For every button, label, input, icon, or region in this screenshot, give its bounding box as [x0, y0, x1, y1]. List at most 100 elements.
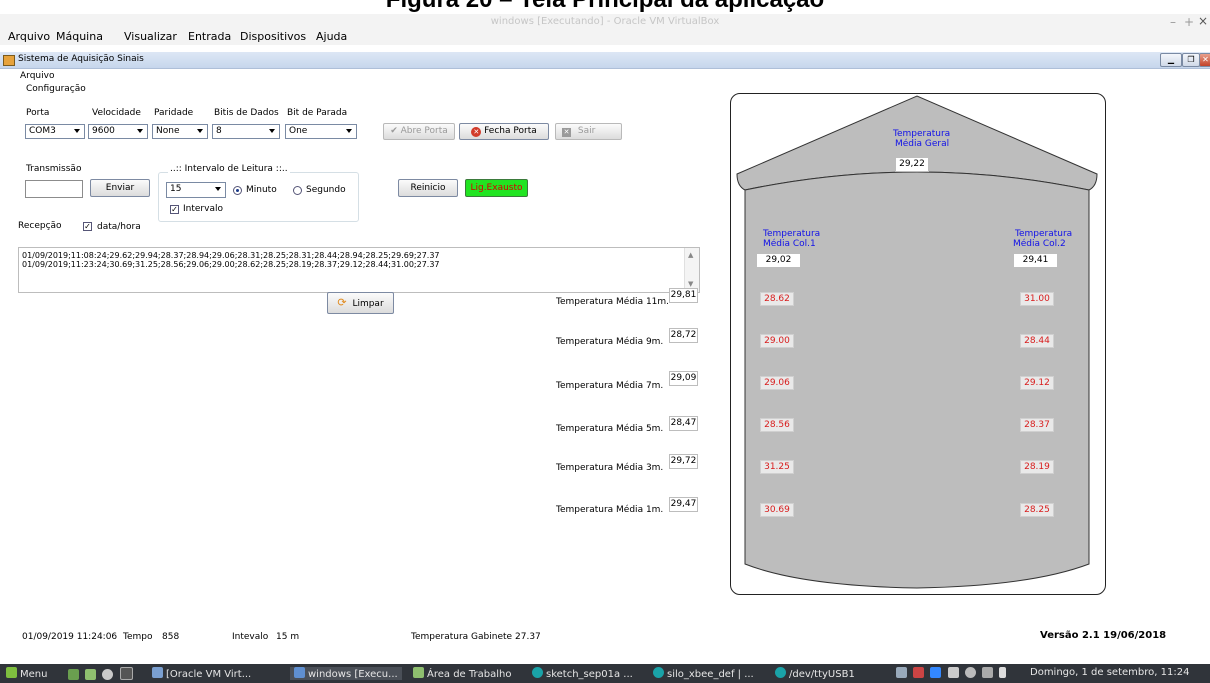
status-gabinete-label: Temperatura Gabinete	[411, 632, 513, 642]
sair-button[interactable]: ✕ Sair	[555, 123, 622, 140]
app-window-title: Sistema de Aquisição Sinais	[18, 54, 144, 64]
status-intervalo-label: Intevalo	[232, 632, 269, 642]
minuto-label: Minuto	[246, 185, 277, 195]
intervalo-select[interactable]: 15	[166, 182, 226, 198]
abre-porta-button[interactable]: ✔ Abre Porta	[383, 123, 455, 140]
arduino-icon	[653, 667, 664, 678]
chevron-down-icon	[346, 129, 352, 133]
app-menu-arquivo[interactable]: Arquivo	[20, 71, 54, 81]
lig-exausto-button[interactable]: Lig.Exausto	[465, 179, 528, 197]
status-tempo-label: Tempo	[123, 632, 153, 642]
figure-caption: Figura 20 – Tela Principal da aplicação	[0, 0, 1210, 14]
chevron-down-icon	[215, 187, 221, 191]
host-window-title: windows [Executando] - Oracle VM Virtual…	[490, 16, 720, 27]
bits-dados-select[interactable]: 8	[212, 124, 280, 139]
vm-menubar: Arquivo Máquina Visualizar Entrada Dispo…	[0, 30, 1210, 45]
taskbar-item[interactable]: silo_xbee_def | ...	[653, 667, 754, 680]
paridade-select[interactable]: None	[152, 124, 208, 139]
minuto-radio[interactable]	[233, 186, 242, 195]
segundo-label: Segundo	[306, 185, 346, 195]
segundo-radio[interactable]	[293, 186, 302, 195]
taskbar-item[interactable]: windows [Execu...	[290, 667, 402, 680]
fecha-porta-button[interactable]: ✕ Fecha Porta	[459, 123, 549, 140]
col1-sensor-value: 29.06	[760, 376, 794, 390]
porta-label: Porta	[26, 108, 50, 118]
taskbar-item[interactable]: [Oracle VM Virt...	[152, 667, 251, 680]
user-icon[interactable]	[964, 667, 976, 678]
velocidade-select[interactable]: 9600	[88, 124, 148, 139]
vm-menu-arquivo[interactable]: Arquivo	[8, 30, 50, 43]
network-icon[interactable]	[896, 667, 907, 678]
log-line: 01/09/2019;11:23:24;30.69;31.25;28.56;29…	[22, 260, 440, 269]
col1-sensor-value: 28.56	[760, 418, 794, 432]
col1-sensor-value: 31.25	[760, 460, 794, 474]
temp-level-label: Temperatura Média 3m.	[556, 463, 664, 473]
bit-parada-select[interactable]: One	[285, 124, 357, 139]
check-icon: ✔	[390, 126, 398, 136]
recepcao-label: Recepção	[18, 221, 62, 231]
temp-level-label: Temperatura Média 11m.	[556, 297, 670, 307]
chevron-down-icon	[269, 129, 275, 133]
limpar-button[interactable]: ⟳ Limpar	[327, 292, 394, 314]
temp-level-label: Temperatura Média 9m.	[556, 337, 664, 347]
menu-icon	[6, 667, 17, 678]
data-hora-checkbox[interactable]: ✓	[83, 222, 92, 231]
enviar-button[interactable]: Enviar	[90, 179, 150, 197]
scroll-up-icon[interactable]: ▲	[688, 251, 693, 259]
temp-level-label: Temperatura Média 1m.	[556, 505, 664, 515]
media-geral-label-1: Temperatura	[893, 129, 951, 139]
taskbar-item[interactable]: sketch_sep01a ...	[532, 667, 633, 680]
porta-select[interactable]: COM3	[25, 124, 85, 139]
vm-menu-visualizar[interactable]: Visualizar	[124, 30, 177, 43]
app-menu-configuracao[interactable]: Configuração	[26, 84, 86, 94]
col2-sensor-value: 28.19	[1020, 460, 1054, 474]
temp-level-value: 29,72	[669, 454, 698, 469]
bluetooth-icon[interactable]	[930, 667, 942, 678]
reinicio-button[interactable]: Reinicio	[398, 179, 458, 197]
app-minimize-button[interactable]: ▁	[1160, 53, 1182, 67]
temp-level-value: 29,47	[669, 497, 698, 512]
col1-sensor-value: 30.69	[760, 503, 794, 517]
bits-dados-label: Bitis de Dados	[214, 108, 279, 118]
intervalo-checkbox-label: Intervalo	[183, 204, 223, 214]
taskbar-item[interactable]: /dev/ttyUSB1	[775, 667, 855, 680]
transmissao-label: Transmissão	[26, 164, 82, 174]
vm-menu-entrada[interactable]: Entrada	[188, 30, 231, 43]
arduino-icon	[532, 667, 543, 678]
host-minimize-button[interactable]: –	[1170, 15, 1176, 29]
shield-icon[interactable]	[913, 667, 925, 678]
app-close-button[interactable]: ✕	[1199, 53, 1210, 67]
clipboard-icon[interactable]	[947, 667, 959, 678]
wifi-icon[interactable]	[981, 667, 993, 678]
media-col1-label-2: Média Col.1	[763, 239, 816, 249]
terminal-icon[interactable]	[119, 667, 133, 680]
battery-icon[interactable]	[999, 667, 1007, 678]
app-icon	[3, 55, 15, 66]
desktop-icon[interactable]	[68, 669, 79, 680]
status-datetime: 01/09/2019 11:24:06	[22, 632, 118, 642]
media-col1-label-1: Temperatura	[763, 229, 821, 239]
log-scrollbar[interactable]: ▲ ▼	[684, 248, 699, 292]
scroll-down-icon[interactable]: ▼	[688, 280, 693, 288]
taskbar-item[interactable]: Área de Trabalho	[413, 667, 511, 680]
temp-level-value: 28,47	[669, 416, 698, 431]
transmissao-input[interactable]	[25, 180, 83, 198]
vm-menu-maquina[interactable]: Máquina	[56, 30, 103, 43]
taskbar-clock[interactable]: Domingo, 1 de setembro, 11:24	[1030, 667, 1189, 678]
browser-icon[interactable]	[102, 669, 114, 680]
temp-level-value: 28,72	[669, 328, 698, 343]
host-maximize-button[interactable]: +	[1184, 15, 1194, 29]
app-maximize-button[interactable]: ❐	[1182, 53, 1200, 67]
col2-sensor-value: 28.37	[1020, 418, 1054, 432]
taskbar-menu-button[interactable]: Menu	[6, 667, 47, 680]
taskbar-launchers	[68, 667, 136, 682]
vm-menu-dispositivos[interactable]: Dispositivos	[240, 30, 306, 43]
folder-icon[interactable]	[85, 669, 97, 680]
recepcao-log[interactable]: 01/09/2019;11:08:24;29.62;29.94;28.37;28…	[18, 247, 700, 293]
stop-icon: ✕	[471, 127, 482, 137]
vm-menu-ajuda[interactable]: Ajuda	[316, 30, 347, 43]
intervalo-checkbox[interactable]: ✓	[170, 205, 179, 214]
status-gabinete-value: 27.37	[515, 632, 541, 642]
temp-level-label: Temperatura Média 7m.	[556, 381, 664, 391]
host-close-button[interactable]: ×	[1198, 14, 1208, 28]
